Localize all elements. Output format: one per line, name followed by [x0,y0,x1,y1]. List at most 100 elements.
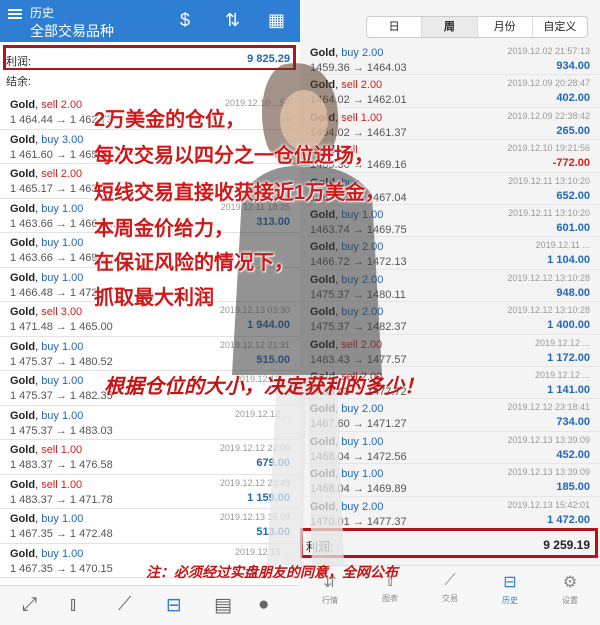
calendar-icon[interactable]: ▦ [268,10,285,30]
trade-time: 2019.12.12 21:31 [219,339,290,350]
balance-summary: 结余: [0,70,300,88]
trade-title: Gold, buy 1.00 [10,375,84,387]
trade-row[interactable]: Gold, buy 2.00 1475.37 → 1482.37 2019.12.1… [300,302,600,335]
trade-profit: 948.00 [556,286,590,299]
trade-time: 2019.12.12 ... [234,408,290,419]
side: buy [41,375,59,387]
period-week[interactable]: 周 [422,17,478,37]
trade-row[interactable]: Gold, buy 2.00 1459.36 → 1464.03 2019.12.0… [300,43,600,76]
tab-history[interactable]: ⊟ 历史 [488,572,532,606]
trade-row[interactable]: Gold, buy 2.00 1466.72 → 1472.13 2019.12.1… [300,237,600,270]
overlay-line: 短线交易直接收获接近1万美金， [94,182,386,204]
chat-icon[interactable]: ● [258,594,269,616]
period-custom[interactable]: 自定义 [533,17,587,37]
trade-row[interactable]: Gold, buy 1.00 1468.04 → 1469.89 2019.12.1… [300,464,600,497]
side: buy [341,47,359,59]
trade-row[interactable]: Gold, sell 2.00 1483.43 → 1477.57 2019.12.… [300,334,600,367]
trade-row[interactable]: Gold, buy 1.00 1 467.35 → 1 472.48 2019.12… [0,509,300,544]
symbol: Gold [10,237,36,249]
trade-icon: ⟋ [444,572,456,589]
symbol: Gold [10,513,36,525]
period-day[interactable]: 日 [367,17,423,37]
sort-icon[interactable]: ⇅ [225,10,240,30]
side: buy [41,133,59,146]
symbol: Gold [310,468,336,481]
period-month[interactable]: 月份 [478,17,533,37]
menu-icon[interactable] [8,9,22,19]
news-icon[interactable]: ▤ [214,594,232,617]
trade-row[interactable]: Gold, buy 2.00 1470.01 → 1477.37 2019.12.1… [300,496,600,529]
lots: 1.00 [62,237,84,249]
lots: 1.00 [62,547,84,560]
trade-profit: 1 159.00 [247,491,290,504]
side: sell [41,306,58,318]
inbox-icon[interactable]: ⊟ [166,594,182,617]
side: buy [41,202,59,215]
side: sell [341,338,358,351]
lots: 1.00 [62,202,84,215]
lots: 1.00 [60,444,83,456]
trade-title: Gold, buy 2.00 [310,306,384,319]
symbol: Gold [310,338,336,351]
symbol-filter[interactable]: 全部交易品种 [30,21,114,41]
overlay-note: 注：必须经过实盘朋友的同意，全网公布 [146,565,398,581]
trade-time: 2019.12.10 19:21:56 [507,143,590,154]
side: buy [341,273,359,286]
trade-time: 2019.12.11 13:10:20 [508,175,590,186]
symbol: Gold [310,79,336,92]
trade-profit: 452.00 [556,448,590,461]
trade-row[interactable]: Gold, buy 2.00 1475.37 → 1480.11 2019.12.1… [300,269,600,303]
trend-arrow-icon[interactable]: ⤢ [22,594,37,616]
lots: 2.00 [60,99,83,111]
symbol: Gold [310,500,336,513]
trade-row[interactable]: Gold, buy 1.00 1 475.37 → 1 483.03 2019.12… [0,405,300,440]
trade-row[interactable]: Gold, buy 1.00 1463.74 → 1469.75 2019.12.1… [300,205,600,238]
trade-row[interactable]: Gold, sell 2.00 1464.02 → 1462.01 2019.12.… [300,75,600,108]
currency-icon[interactable]: $ [180,10,190,30]
side: buy [41,409,59,422]
trade-profit: 515.00 [256,353,290,366]
overlay-line: 2万美金的仓位， [94,109,246,131]
chart-line-icon[interactable]: ⟋ [118,594,131,616]
trade-title: Gold, sell 2.00 [10,168,83,180]
symbol: Gold [310,111,336,124]
trade-row[interactable]: Gold, buy 1.00 1468.04 → 1472.56 2019.12.1… [300,431,600,465]
trade-time: 2019.12.13 ... [234,546,290,557]
page-title: 历史 [30,6,55,20]
trade-time: 2019.12.12 23:49 [219,477,290,488]
lots: 1.00 [62,271,84,284]
symbol: Gold [310,273,336,286]
profit-highlight-box [300,528,598,558]
trade-profit: 1 104.00 [547,254,590,267]
trade-profit: 265.00 [556,124,590,137]
overlay-line: 本周金价给力， [94,218,234,240]
symbol: Gold [310,241,336,254]
side: buy [41,547,59,560]
trade-time: 2019.12.12 ... [534,370,590,380]
trade-title: Gold, sell 1.00 [10,444,83,456]
trade-row[interactable]: Gold, buy 2.00 1467.60 → 1471.27 2019.12.1… [300,399,600,432]
candlestick-icon[interactable]: ⫾ [70,594,76,616]
side: buy [341,468,359,481]
side: sell [41,168,58,180]
trade-time: 2019.12.12 ... [534,337,590,348]
trade-row[interactable]: Gold, sell 1.00 1 483.37 → 1 476.58 2019.1… [0,440,300,475]
lots: 1.00 [62,513,84,525]
price-range: 1466.72 → 1472.13 [310,256,407,269]
trade-title: Gold, buy 1.00 [10,409,84,422]
symbol: Gold [10,99,36,111]
trade-profit: 1 141.00 [547,384,590,396]
symbol: Gold [10,409,36,422]
trade-title: Gold, sell 2.00 [10,99,83,111]
trade-title: Gold, buy 1.00 [10,202,84,215]
trade-row[interactable]: Gold, sell 1.00 1 483.37 → 1 471.78 2019.1… [0,474,300,509]
trade-title: Gold, buy 1.00 [10,271,84,284]
trade-row[interactable]: Gold, buy 1.00 1 475.37 → 1 480.52 2019.12… [0,336,300,371]
symbol: Gold [10,478,36,491]
trade-row[interactable]: Gold, sell 1.00 1464.02 → 1461.37 2019.12.… [300,107,600,141]
price-range: 1459.36 → 1464.03 [310,62,407,74]
tab-settings[interactable]: ⚙ 设置 [548,572,592,606]
trade-profit: 513.00 [256,526,290,538]
trade-profit: 1 172.00 [547,351,590,364]
tab-trade[interactable]: ⟋ 交易 [428,572,472,604]
